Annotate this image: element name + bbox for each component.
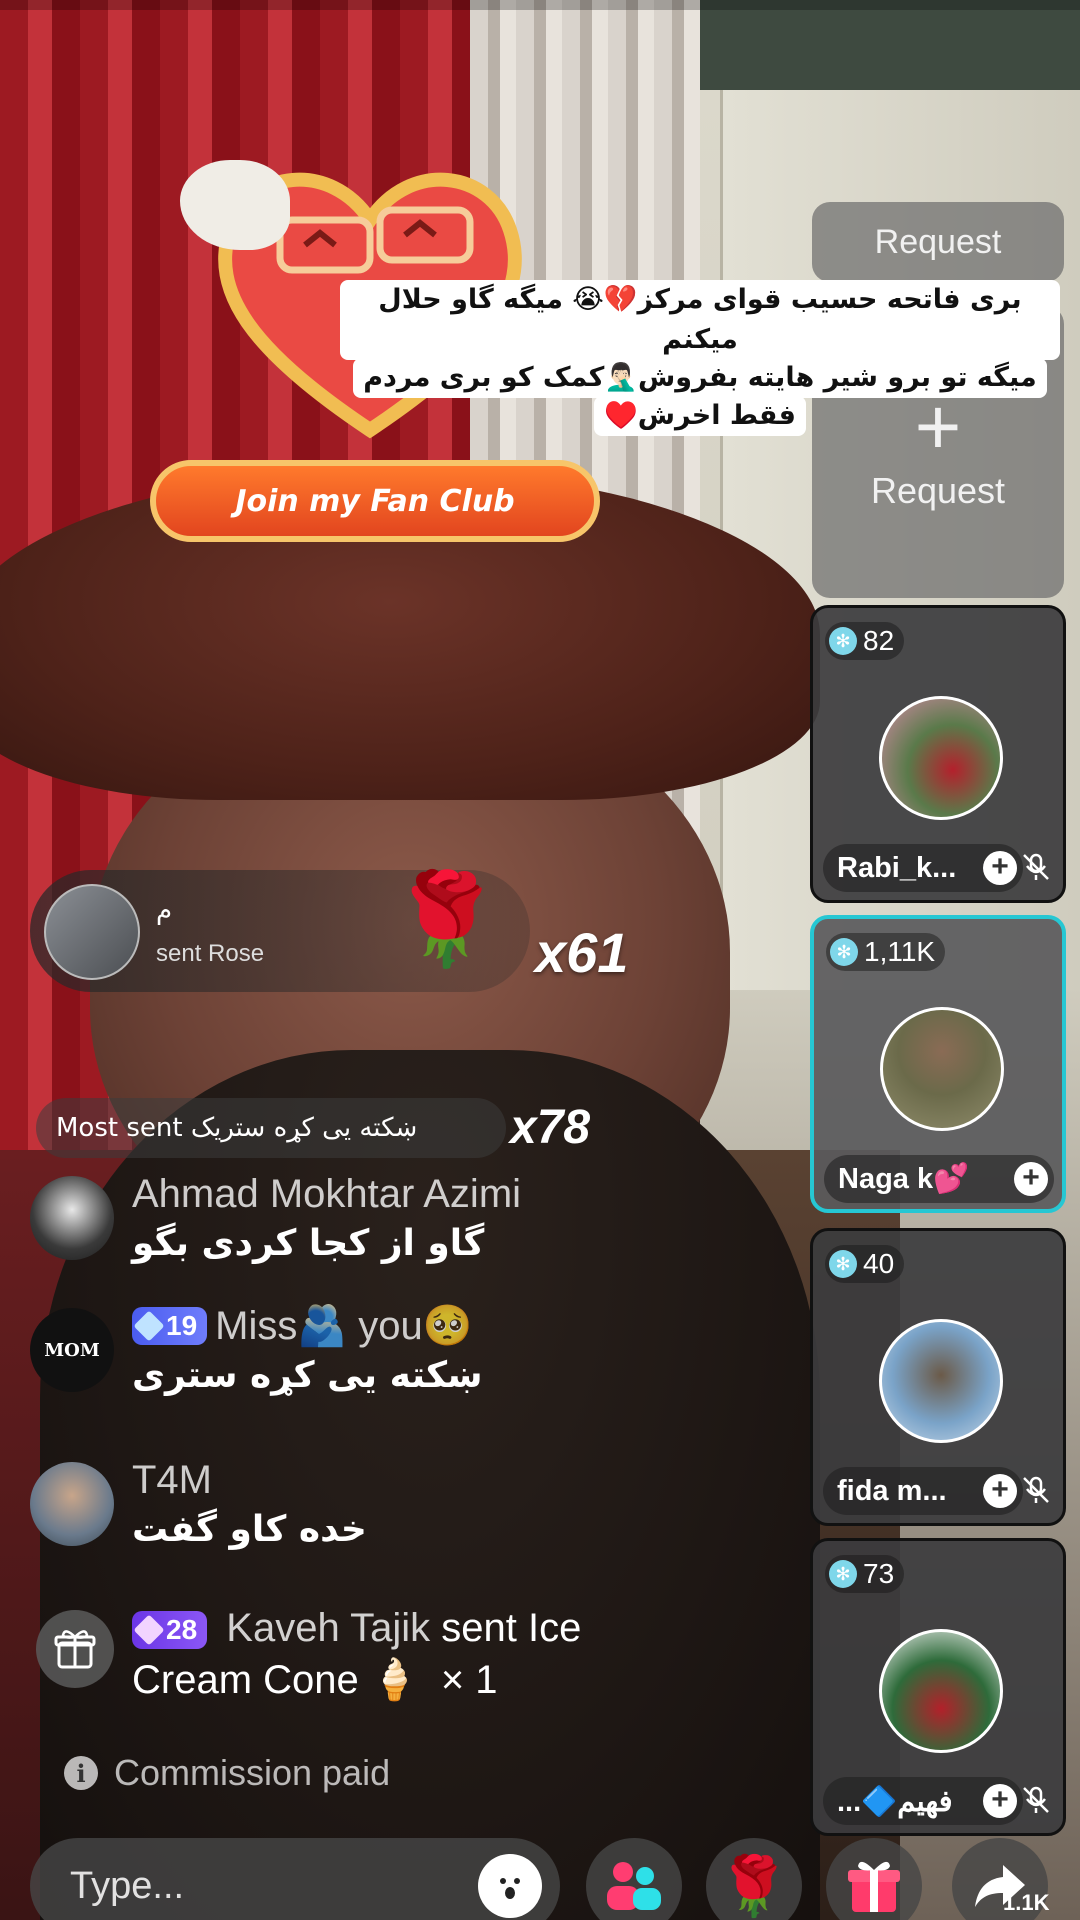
- caption-line: فقط اخرش♥️: [594, 396, 806, 436]
- level-badge: 28: [132, 1611, 208, 1649]
- chat-user-line: 19 Miss🫂 you🥺: [132, 1302, 792, 1350]
- guest-name: فهیم🔷...: [837, 1785, 953, 1818]
- request-button[interactable]: Request: [812, 202, 1064, 282]
- avatar-text: MOM: [44, 1339, 100, 1361]
- gift-sender-name: م: [156, 896, 173, 926]
- most-sent-count: x78: [510, 1101, 591, 1154]
- level-badge: 19: [132, 1307, 208, 1345]
- guest-score: ✻ 1,11K: [826, 933, 946, 971]
- follow-plus-icon[interactable]: +: [983, 851, 1017, 885]
- gift-box-icon: [36, 1610, 114, 1688]
- guest-score-value: 82: [863, 625, 895, 656]
- guest-slot-3[interactable]: ✻ 40 fida m... +: [810, 1228, 1066, 1526]
- badge-level: 19: [166, 1310, 198, 1341]
- chat-username[interactable]: T4M: [132, 1456, 792, 1504]
- gift-line-2: Cream Cone 🍦 × 1: [132, 1654, 792, 1706]
- mic-muted-icon: [1023, 1786, 1049, 1813]
- caption-line: میگه تو برو شیر هایته بفروش🤦🏻‍♂️کمک کو ب…: [353, 358, 1047, 398]
- diamond-icon: [133, 1614, 165, 1646]
- guest-score: ✻ 82: [825, 622, 905, 660]
- gift-username[interactable]: Kaveh Tajik: [226, 1606, 430, 1650]
- chat-username[interactable]: Miss🫂 you🥺: [215, 1302, 472, 1350]
- most-sent-label: Most sent ښکته یی کړه ستریک: [36, 1098, 506, 1158]
- wall-top: [700, 0, 1080, 90]
- mic-muted-icon: [1023, 853, 1049, 880]
- guest-name: Rabi_k...: [837, 851, 957, 884]
- guest-name-pill[interactable]: Naga k💕 +: [824, 1155, 1054, 1203]
- gem-icon: ✻: [829, 627, 857, 655]
- follow-plus-icon[interactable]: +: [983, 1474, 1017, 1508]
- follow-plus-icon[interactable]: +: [1014, 1162, 1048, 1196]
- avatar[interactable]: [30, 1462, 114, 1546]
- gift-name: Cream Cone: [132, 1658, 359, 1702]
- guest-slot-2[interactable]: ✻ 1,11K Naga k💕 +: [810, 915, 1066, 1213]
- gem-icon: ✻: [830, 938, 858, 966]
- rose-icon: 🌹: [390, 867, 503, 972]
- avatar[interactable]: MOM: [30, 1308, 114, 1392]
- chat-text: خده کاو گفت: [132, 1509, 367, 1550]
- avatar[interactable]: [879, 1629, 1003, 1753]
- avatar[interactable]: [879, 696, 1003, 820]
- guest-score: ✻ 73: [825, 1555, 905, 1593]
- join-fan-club-button[interactable]: Join my Fan Club: [150, 460, 600, 542]
- gift-text: sent Ice: [441, 1606, 582, 1650]
- chat-text: گاو از کجا کردی بگو: [132, 1223, 485, 1264]
- avatar[interactable]: [879, 1319, 1003, 1443]
- guest-name-pill[interactable]: fida m... +: [823, 1467, 1023, 1515]
- share-count: 1.1K: [1003, 1890, 1050, 1915]
- gift-line: 28 Kaveh Tajik sent Ice: [132, 1602, 792, 1654]
- emoji-icon[interactable]: [478, 1854, 542, 1918]
- avatar[interactable]: [880, 1007, 1004, 1131]
- guest-name-pill[interactable]: فهیم🔷... +: [823, 1777, 1023, 1825]
- avatar[interactable]: [44, 884, 140, 980]
- guest-name: fida m...: [837, 1474, 947, 1507]
- top-shade: [0, 0, 1080, 10]
- guest-score-value: 1,11K: [864, 936, 936, 967]
- gift-count: x61: [535, 921, 629, 984]
- guest-name-pill[interactable]: Rabi_k... +: [823, 844, 1023, 892]
- diamond-icon: [133, 1310, 165, 1342]
- ice-cream-icon: 🍦: [369, 1658, 420, 1702]
- gift-quantity: × 1: [440, 1658, 498, 1702]
- request-label: Request: [870, 470, 1006, 511]
- avatar[interactable]: [30, 1176, 114, 1260]
- guest-score-value: 40: [863, 1248, 895, 1279]
- caption-line: بری فاتحه حسیب قوای مرکز💔😭 میگه گاو حلال…: [340, 280, 1060, 360]
- gem-icon: ✻: [829, 1250, 857, 1278]
- comment-input-box[interactable]: [30, 1838, 560, 1920]
- commission-text: Commission paid: [114, 1752, 391, 1793]
- guest-slot-1[interactable]: ✻ 82 Rabi_k... +: [810, 605, 1066, 903]
- gift-banner-text: sent Rose: [156, 940, 265, 967]
- follow-plus-icon[interactable]: +: [983, 1784, 1017, 1818]
- bird-icon: [180, 160, 290, 250]
- caption-overlay: بری فاتحه حسیب قوای مرکز💔😭 میگه گاو حلال…: [340, 280, 1060, 436]
- chat-text: ښکته یی کړه ستری: [132, 1355, 483, 1396]
- gem-icon: ✻: [829, 1560, 857, 1588]
- info-icon: i: [64, 1756, 98, 1790]
- guest-score-value: 73: [863, 1558, 895, 1589]
- commission-notice: i Commission paid: [64, 1752, 390, 1794]
- badge-level: 28: [166, 1614, 198, 1645]
- mic-muted-icon: [1023, 1476, 1049, 1503]
- comment-input[interactable]: [70, 1864, 450, 1908]
- guest-name: Naga k💕: [838, 1163, 970, 1195]
- guest-slot-4[interactable]: ✻ 73 فهیم🔷... +: [810, 1538, 1066, 1836]
- chat-username[interactable]: Ahmad Mokhtar Azimi: [132, 1170, 792, 1218]
- guest-score: ✻ 40: [825, 1245, 905, 1283]
